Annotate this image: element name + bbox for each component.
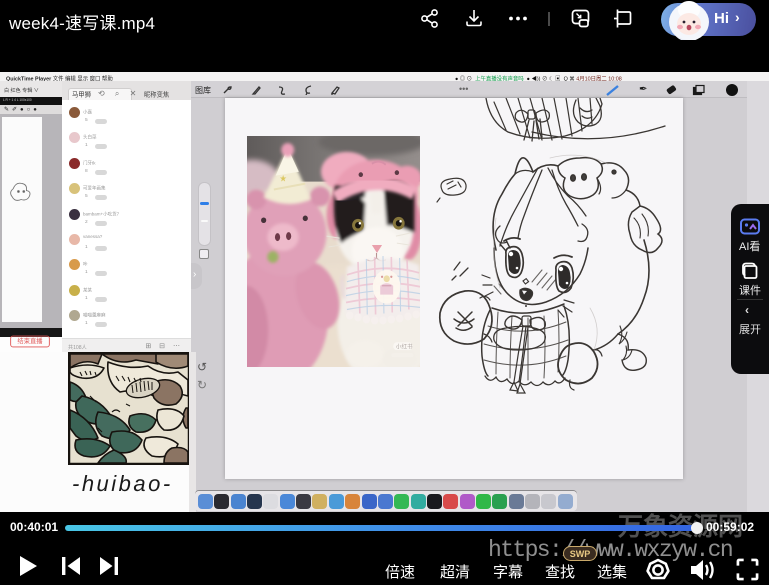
svg-text:-huibao-: -huibao- [72,471,173,496]
svg-text:小红书: 小红书 [396,342,413,350]
svg-text:★: ★ [279,173,287,183]
